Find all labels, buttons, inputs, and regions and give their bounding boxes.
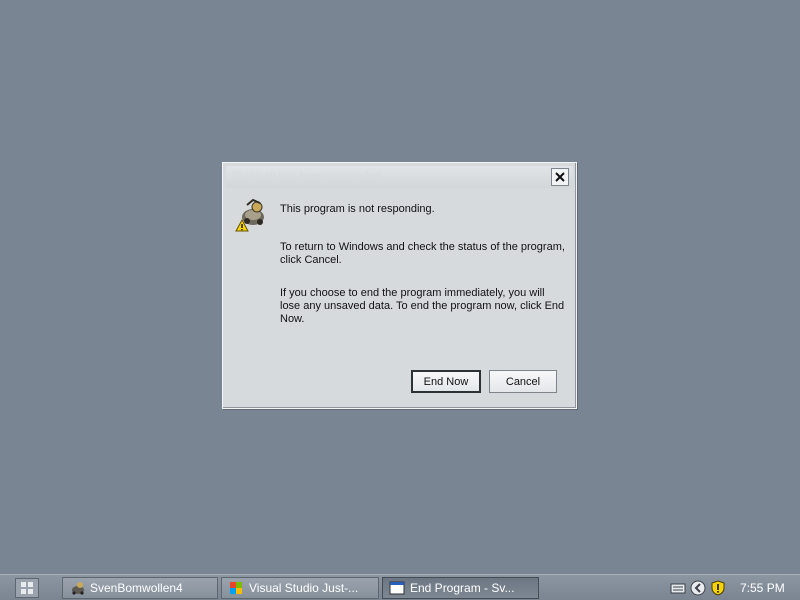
cancel-button[interactable]: Cancel	[489, 370, 557, 393]
taskbar: SvenBomwollen4 Visual Studio Just-... En…	[0, 574, 800, 600]
window-icon	[389, 581, 405, 595]
keyboard-icon[interactable]	[670, 580, 686, 596]
taskbar-item-visual-studio[interactable]: Visual Studio Just-...	[221, 577, 379, 599]
visual-studio-icon	[230, 582, 242, 594]
back-arrow-icon[interactable]	[690, 580, 706, 596]
taskbar-item-label: Visual Studio Just-...	[249, 581, 359, 595]
dialog-title: Illuminati has been suspended	[232, 170, 381, 182]
security-shield-icon[interactable]	[710, 580, 726, 596]
not-responding-message: This program is not responding.	[280, 203, 435, 215]
close-button[interactable]	[551, 168, 569, 186]
start-button[interactable]	[15, 578, 39, 598]
system-tray: 7:55 PM	[666, 577, 800, 599]
end-now-instructions: If you choose to end the program immedia…	[280, 287, 565, 325]
clock[interactable]: 7:55 PM	[740, 581, 785, 595]
taskbar-item-end-program[interactable]: End Program - Sv...	[382, 577, 539, 599]
app-icon	[72, 582, 84, 595]
end-program-dialog: Illuminati has been suspended This progr…	[222, 162, 577, 409]
taskbar-item-label: SvenBomwollen4	[90, 581, 183, 595]
end-now-button[interactable]: End Now	[411, 370, 481, 393]
close-icon	[555, 172, 565, 182]
dialog-titlebar[interactable]: Illuminati has been suspended	[226, 166, 573, 188]
program-warning-icon	[235, 198, 264, 232]
cancel-instructions: To return to Windows and check the statu…	[280, 241, 565, 266]
taskbar-item-app[interactable]: SvenBomwollen4	[62, 577, 218, 599]
taskbar-item-label: End Program - Sv...	[410, 581, 515, 595]
start-grid-icon	[21, 582, 33, 594]
